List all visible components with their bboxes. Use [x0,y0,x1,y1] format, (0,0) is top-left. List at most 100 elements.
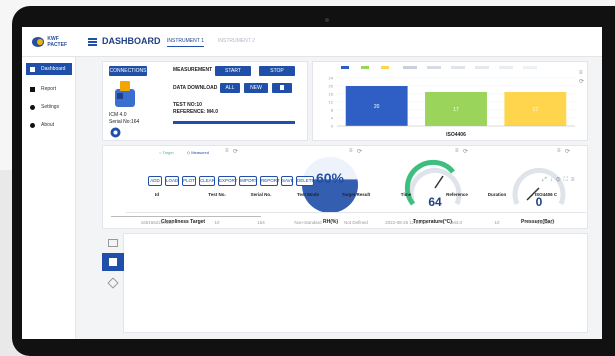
table-cell: 10 [214,220,220,225]
page-title: DASHBOARD [102,36,161,46]
column-header[interactable]: Id [137,192,177,197]
link-icon[interactable]: ⤢ [542,177,550,183]
x-axis-label: ISO4406 [446,132,466,138]
toolbar-button-0[interactable]: ADD [148,176,162,186]
table-cell: 1661562257854 [140,220,174,225]
logo: KWF PACTEF [32,36,76,48]
document-icon [30,86,35,92]
logo-text: KWF PACTEF [47,36,68,48]
device-serial: Serial No:164 [109,119,140,125]
toolbar-button-7[interactable]: SAVE [281,176,294,186]
rh-value: 60% [316,170,345,186]
legend-swatch-extra-4 [499,66,513,69]
legend-swatch-2 [381,66,389,69]
delete-data-button[interactable] [272,83,292,93]
sidebar-item-report[interactable]: Report [26,83,72,95]
temp-value: 64 [428,195,442,209]
column-header[interactable]: Time [384,192,428,197]
toolbar-button-4[interactable]: EXPORT [218,176,237,186]
expand-icon[interactable]: ⛶ [564,177,571,183]
table-cell: 20/17/17 [537,220,555,225]
download-all-button[interactable]: ALL [220,83,240,93]
connections-button[interactable]: CONNECTIONS [109,66,147,76]
bar-label-1: 17 [453,107,459,113]
info-icon [30,122,35,128]
cleanliness-refresh-icon[interactable]: ⟳ [233,148,238,155]
legend-swatch-extra-2 [451,66,465,69]
grid-view-icon [109,258,117,266]
sidebar-item-settings[interactable]: Settings [26,101,72,113]
y-tick-label: 4 [331,116,334,121]
table-cell: Not Defined [344,220,368,225]
grid-icon [30,66,35,72]
legend-measured: ◇ Measured [187,150,209,155]
cleanliness-menu-icon[interactable]: ≡ [225,148,229,154]
sidebar-item-label: Settings [41,104,60,110]
column-header[interactable]: Test Mode [290,192,326,197]
legend-swatch-extra-3 [475,66,489,69]
reference-label: REFERENCE: M4.0 [173,109,219,115]
legend-swatch-extra-1 [427,66,441,69]
sidebar-item-label: Dashboard [41,66,66,72]
bar-label-0: 20 [374,104,380,110]
stop-button[interactable]: STOP [259,66,295,76]
toolbar-button-6[interactable]: REPORT [260,176,280,186]
tab-instrument-2[interactable]: INSTRUMENT 2 [218,38,255,44]
toolbar-button-2[interactable]: PLOT [182,176,196,186]
pressure-refresh-icon[interactable]: ⟳ [565,148,570,155]
toolbar-button-1[interactable]: LOAD [165,176,179,186]
grid-view-tab[interactable] [102,253,124,271]
temperature-gauge: 64 [404,159,462,209]
data-download-label: DATA DOWNLOAD [173,85,218,91]
iso-chart-panel: 0 4 8 12 16 20 24 20 17 17 ISO4406 ≡ ⟳ [312,61,588,141]
download-new-button[interactable]: NEW [244,83,268,93]
top-bar: KWF PACTEF DASHBOARD INSTRUMENT 1 INSTRU… [22,27,602,57]
temp-menu-icon[interactable]: ≡ [455,148,459,154]
table-cell: M4.0 [451,220,462,225]
tab-instrument-1[interactable]: INSTRUMENT 1 [167,38,204,47]
camera-icon [325,18,329,22]
chart-view-icon[interactable] [107,277,119,289]
settings-gear-icon[interactable] [110,127,121,138]
chart-refresh-icon[interactable]: ⟳ [579,78,584,85]
table-cell: 2022-08-25 12:24:06 [385,220,427,225]
y-tick-label: 16 [329,92,334,97]
gauge-panel: ○ Target ◇ Measured ≡ ⟳ Cleanliness Targ… [102,145,588,229]
pressure-gauge: 0 [512,167,566,209]
device-icon [115,81,135,107]
device-name: ICM 4.0 [109,112,127,118]
header-divider [126,212,586,213]
column-header[interactable]: Test No. [202,192,232,197]
table-view-icon[interactable] [108,239,118,247]
list-icon[interactable]: ≡ [571,177,578,183]
y-tick-label: 24 [329,76,334,81]
column-header[interactable]: ISO4406 C [526,192,566,197]
settings-icon[interactable]: ⚙ [556,177,564,183]
legend-swatch-extra-5 [523,66,537,69]
column-header[interactable]: Reference [440,192,474,197]
sidebar-item-label: About [41,122,55,128]
toolbar-button-8[interactable]: DELETE [296,176,315,186]
pressure-menu-icon[interactable]: ≡ [557,148,561,154]
start-button[interactable]: START [215,66,251,76]
menu-icon[interactable] [88,38,97,46]
sidebar-item-about[interactable]: About [26,119,72,131]
legend-target-label: Target [162,150,174,155]
app-screen: KWF PACTEF DASHBOARD INSTRUMENT 1 INSTRU… [22,27,602,339]
sidebar: Dashboard Report Settings About [22,57,76,339]
y-tick-label: 12 [329,100,334,105]
toolbar-button-3[interactable]: CLEAR [199,176,215,186]
sidebar-item-dashboard[interactable]: Dashboard [26,63,72,75]
legend-swatch-1 [361,66,369,69]
column-header[interactable]: Duration [482,192,512,197]
toolbar-button-5[interactable]: IMPORT [239,176,257,186]
table-cell: 10 [494,220,500,225]
chart-menu-icon[interactable]: ≡ [579,70,583,76]
temp-refresh-icon[interactable]: ⟳ [463,148,468,155]
column-header[interactable]: Serial No. [246,192,276,197]
column-header[interactable]: Target Result [334,192,378,197]
measurement-progress [173,121,295,124]
y-tick-label: 0 [331,124,334,129]
sidebar-item-label: Report [41,86,57,92]
measurement-panel: CONNECTIONS ICM 4.0 Serial No:164 MEASUR… [102,61,308,141]
